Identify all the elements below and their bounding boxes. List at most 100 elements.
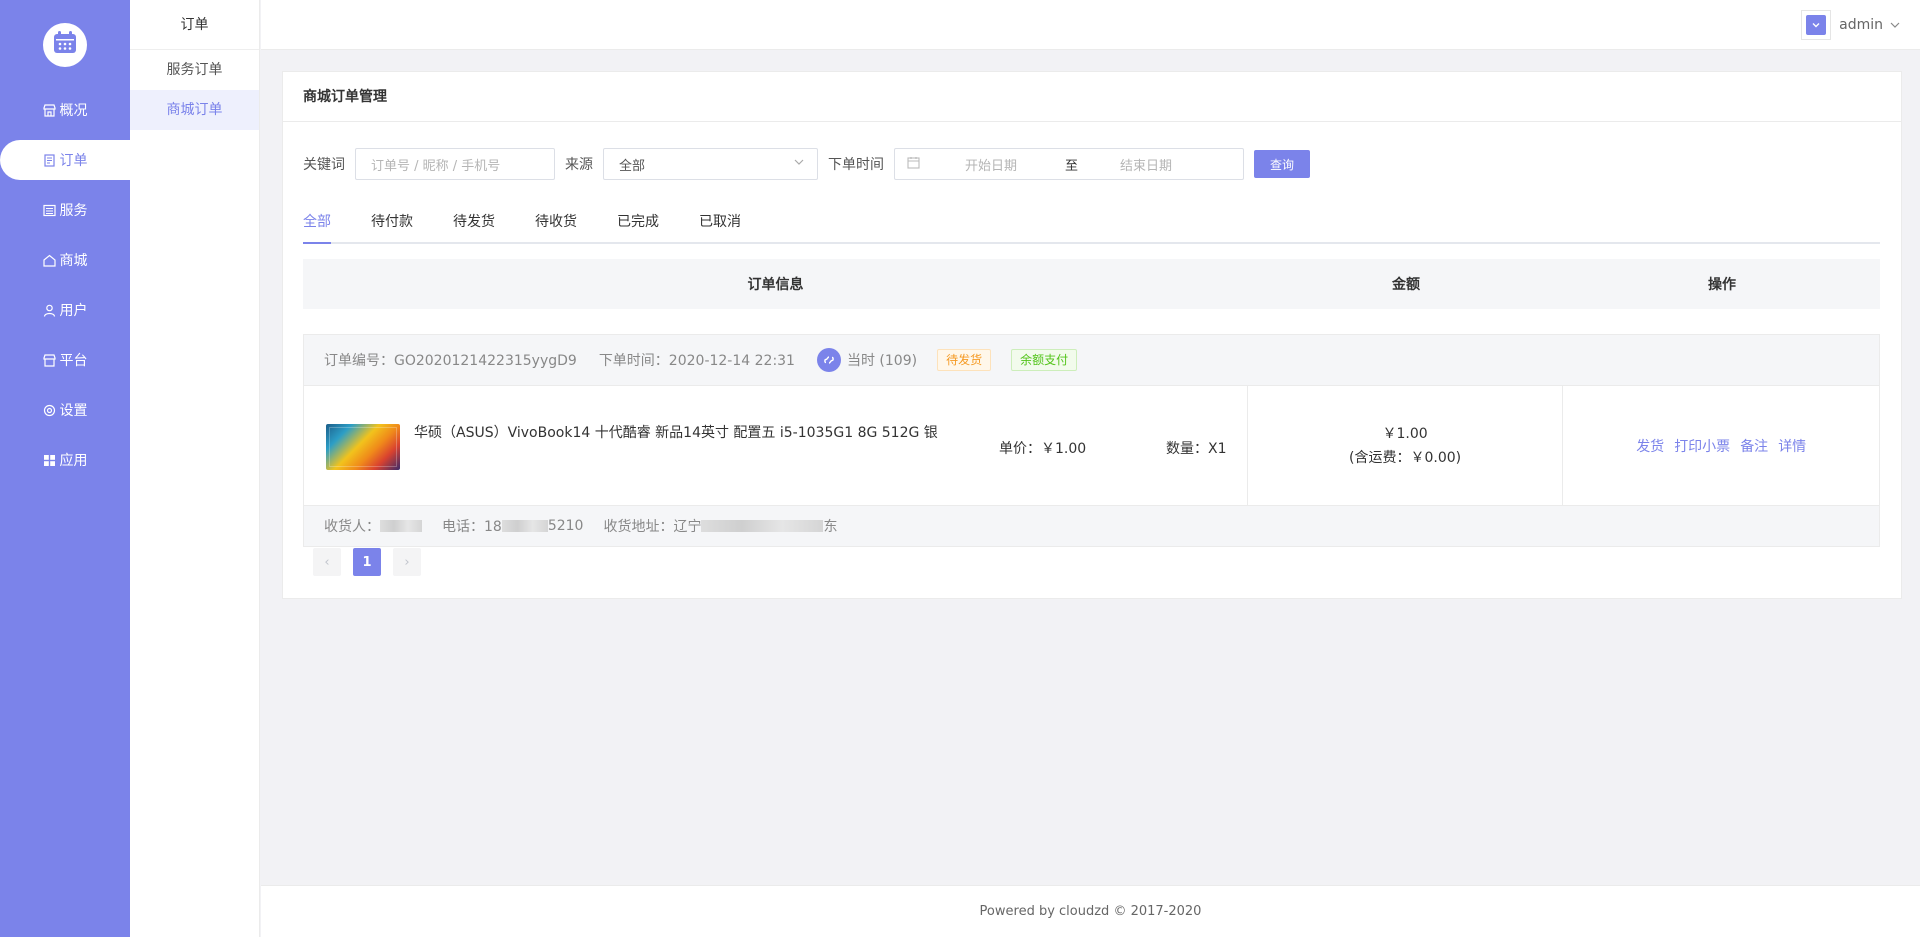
redacted-phone bbox=[501, 520, 548, 532]
shop-icon bbox=[43, 103, 57, 117]
sidebar-item-label: 用户 bbox=[59, 303, 88, 319]
user-icon bbox=[43, 303, 57, 317]
date-separator: 至 bbox=[1065, 158, 1079, 174]
tab-pending-payment[interactable]: 待付款 bbox=[371, 202, 413, 242]
start-date-input[interactable]: 开始日期 bbox=[965, 155, 1065, 174]
product-thumbnail[interactable] bbox=[326, 424, 400, 470]
sidebar-item-settings[interactable]: 设置 bbox=[0, 390, 130, 430]
tab-completed[interactable]: 已完成 bbox=[617, 202, 659, 242]
order-shipping-info: 收货人： 电话：18 5210 收货地址：辽宁 东 bbox=[304, 505, 1879, 546]
username[interactable]: admin bbox=[1839, 17, 1883, 33]
order-time-label: 下单时间 bbox=[828, 157, 884, 173]
sidebar-item-label: 服务 bbox=[59, 203, 88, 219]
phone-suffix: 5210 bbox=[547, 518, 584, 534]
column-amount: 金额 bbox=[1392, 277, 1420, 293]
subnav-item-mall-orders[interactable]: 商城订单 bbox=[130, 90, 259, 130]
footer-text: Powered by cloudzd © 2017-2020 bbox=[979, 904, 1202, 919]
sub-sidebar: 订单 服务订单 商城订单 bbox=[130, 0, 260, 937]
address-label: 收货地址：辽宁 bbox=[603, 519, 702, 535]
sidebar-item-services[interactable]: 服务 bbox=[0, 190, 130, 230]
sidebar-item-label: 商城 bbox=[59, 253, 88, 269]
document-icon bbox=[43, 153, 57, 167]
sidebar-item-label: 设置 bbox=[59, 403, 88, 419]
source-select[interactable]: 全部 bbox=[603, 148, 818, 180]
query-button[interactable]: 查询 bbox=[1254, 150, 1310, 178]
end-date-input[interactable]: 结束日期 bbox=[1120, 155, 1172, 174]
detail-link[interactable]: 详情 bbox=[1778, 436, 1806, 456]
top-header: admin bbox=[261, 0, 1920, 50]
card-title: 商城订单管理 bbox=[283, 72, 1901, 122]
tab-pending-shipment[interactable]: 待发货 bbox=[453, 202, 495, 242]
table-header: 订单信息 金额 操作 bbox=[303, 259, 1880, 309]
order-amount-cell: ￥1.00 (含运费：￥0.00) bbox=[1248, 386, 1564, 505]
home-icon bbox=[43, 253, 57, 267]
footer: Powered by cloudzd © 2017-2020 bbox=[261, 885, 1920, 937]
sidebar-item-label: 平台 bbox=[59, 353, 88, 369]
filter-bar: 关键词 订单号 / 昵称 / 手机号 来源 全部 下单时间 开始日期 至 结束日… bbox=[303, 147, 1310, 181]
sidebar-item-label: 应用 bbox=[59, 453, 88, 469]
keyword-label: 关键词 bbox=[303, 157, 345, 173]
print-receipt-link[interactable]: 打印小票 bbox=[1674, 436, 1730, 456]
prev-page-button[interactable]: ‹ bbox=[313, 548, 341, 576]
page-number[interactable]: 1 bbox=[353, 548, 381, 576]
ship-link[interactable]: 发货 bbox=[1636, 436, 1664, 456]
order-amount: ￥1.00 bbox=[1382, 425, 1428, 442]
sidebar-item-apps[interactable]: 应用 bbox=[0, 440, 130, 480]
sidebar-item-mall[interactable]: 商城 bbox=[0, 240, 130, 280]
source-select-value: 全部 bbox=[619, 158, 646, 174]
chevron-down-icon bbox=[793, 156, 805, 172]
order-management-card: 商城订单管理 关键词 订单号 / 昵称 / 手机号 来源 全部 下单时间 开始日… bbox=[282, 71, 1902, 599]
column-order-info: 订单信息 bbox=[747, 277, 804, 293]
miniprogram-icon bbox=[816, 348, 841, 372]
sidebar-item-label: 概况 bbox=[59, 103, 88, 119]
sidebar-item-orders[interactable]: 订单 bbox=[0, 140, 130, 180]
subnav-title: 订单 bbox=[130, 0, 259, 50]
redacted-address bbox=[701, 520, 824, 532]
next-page-button[interactable]: › bbox=[393, 548, 421, 576]
keyword-input[interactable]: 订单号 / 昵称 / 手机号 bbox=[355, 148, 555, 180]
sidebar-item-overview[interactable]: 概况 bbox=[0, 90, 130, 130]
subnav-item-service-orders[interactable]: 服务订单 bbox=[130, 50, 259, 90]
order-summary-bar: 订单编号：GO2020121422315yygD9 下单时间：2020-12-1… bbox=[304, 335, 1879, 385]
tab-all[interactable]: 全部 bbox=[303, 202, 331, 244]
chevron-down-icon[interactable] bbox=[1889, 19, 1901, 31]
address-suffix: 东 bbox=[823, 519, 838, 535]
column-actions: 操作 bbox=[1708, 277, 1736, 293]
order-time: 下单时间：2020-12-14 22:31 bbox=[598, 353, 795, 369]
apps-icon bbox=[43, 453, 57, 467]
remark-link[interactable]: 备注 bbox=[1740, 436, 1768, 456]
logo[interactable] bbox=[43, 23, 87, 67]
redacted-receiver bbox=[380, 520, 422, 532]
phone-prefix: 电话：18 bbox=[442, 519, 502, 535]
order-detail: 华硕（ASUS）VivoBook14 十代酷睿 新品14英寸 配置五 i5-10… bbox=[304, 385, 1879, 505]
tab-cancelled[interactable]: 已取消 bbox=[699, 202, 741, 242]
source-label: 来源 bbox=[565, 157, 593, 173]
calendar-icon bbox=[52, 30, 78, 60]
settings-icon bbox=[43, 403, 57, 417]
quantity: 数量：X1 bbox=[1166, 441, 1227, 457]
store-icon bbox=[43, 353, 57, 367]
unit-price: 单价：￥1.00 bbox=[999, 441, 1087, 457]
sidebar-item-users[interactable]: 用户 bbox=[0, 290, 130, 330]
order-product-cell: 华硕（ASUS）VivoBook14 十代酷睿 新品14英寸 配置五 i5-10… bbox=[304, 386, 1248, 505]
calendar-icon bbox=[907, 156, 920, 173]
order-actions-cell: 发货 打印小票 备注 详情 bbox=[1563, 386, 1879, 505]
order-source: 当时 (109) bbox=[846, 353, 918, 369]
main-sidebar: 概况 订单 服务 商城 用户 平台 设置 应用 bbox=[0, 0, 130, 937]
tab-pending-receipt[interactable]: 待收货 bbox=[535, 202, 577, 242]
receiver-label: 收货人： bbox=[324, 519, 380, 535]
payment-badge: 余额支付 bbox=[1011, 349, 1078, 371]
user-menu[interactable]: admin bbox=[1801, 10, 1901, 40]
receiver: 收货人： bbox=[324, 516, 422, 536]
sidebar-item-platform[interactable]: 平台 bbox=[0, 340, 130, 380]
avatar[interactable] bbox=[1801, 10, 1832, 40]
address: 收货地址：辽宁 东 bbox=[603, 516, 837, 536]
status-badge: 待发货 bbox=[937, 349, 992, 371]
pagination: ‹ 1 › bbox=[313, 548, 433, 576]
phone: 电话：18 5210 bbox=[442, 516, 583, 536]
order-status-tabs: 全部 待付款 待发货 待收货 已完成 已取消 bbox=[303, 202, 1880, 244]
list-icon bbox=[43, 203, 57, 217]
product-name[interactable]: 华硕（ASUS）VivoBook14 十代酷睿 新品14英寸 配置五 i5-10… bbox=[414, 422, 938, 442]
shipping-fee: (含运费：￥0.00) bbox=[1349, 449, 1462, 466]
date-range-picker[interactable]: 开始日期 至 结束日期 bbox=[894, 148, 1244, 180]
